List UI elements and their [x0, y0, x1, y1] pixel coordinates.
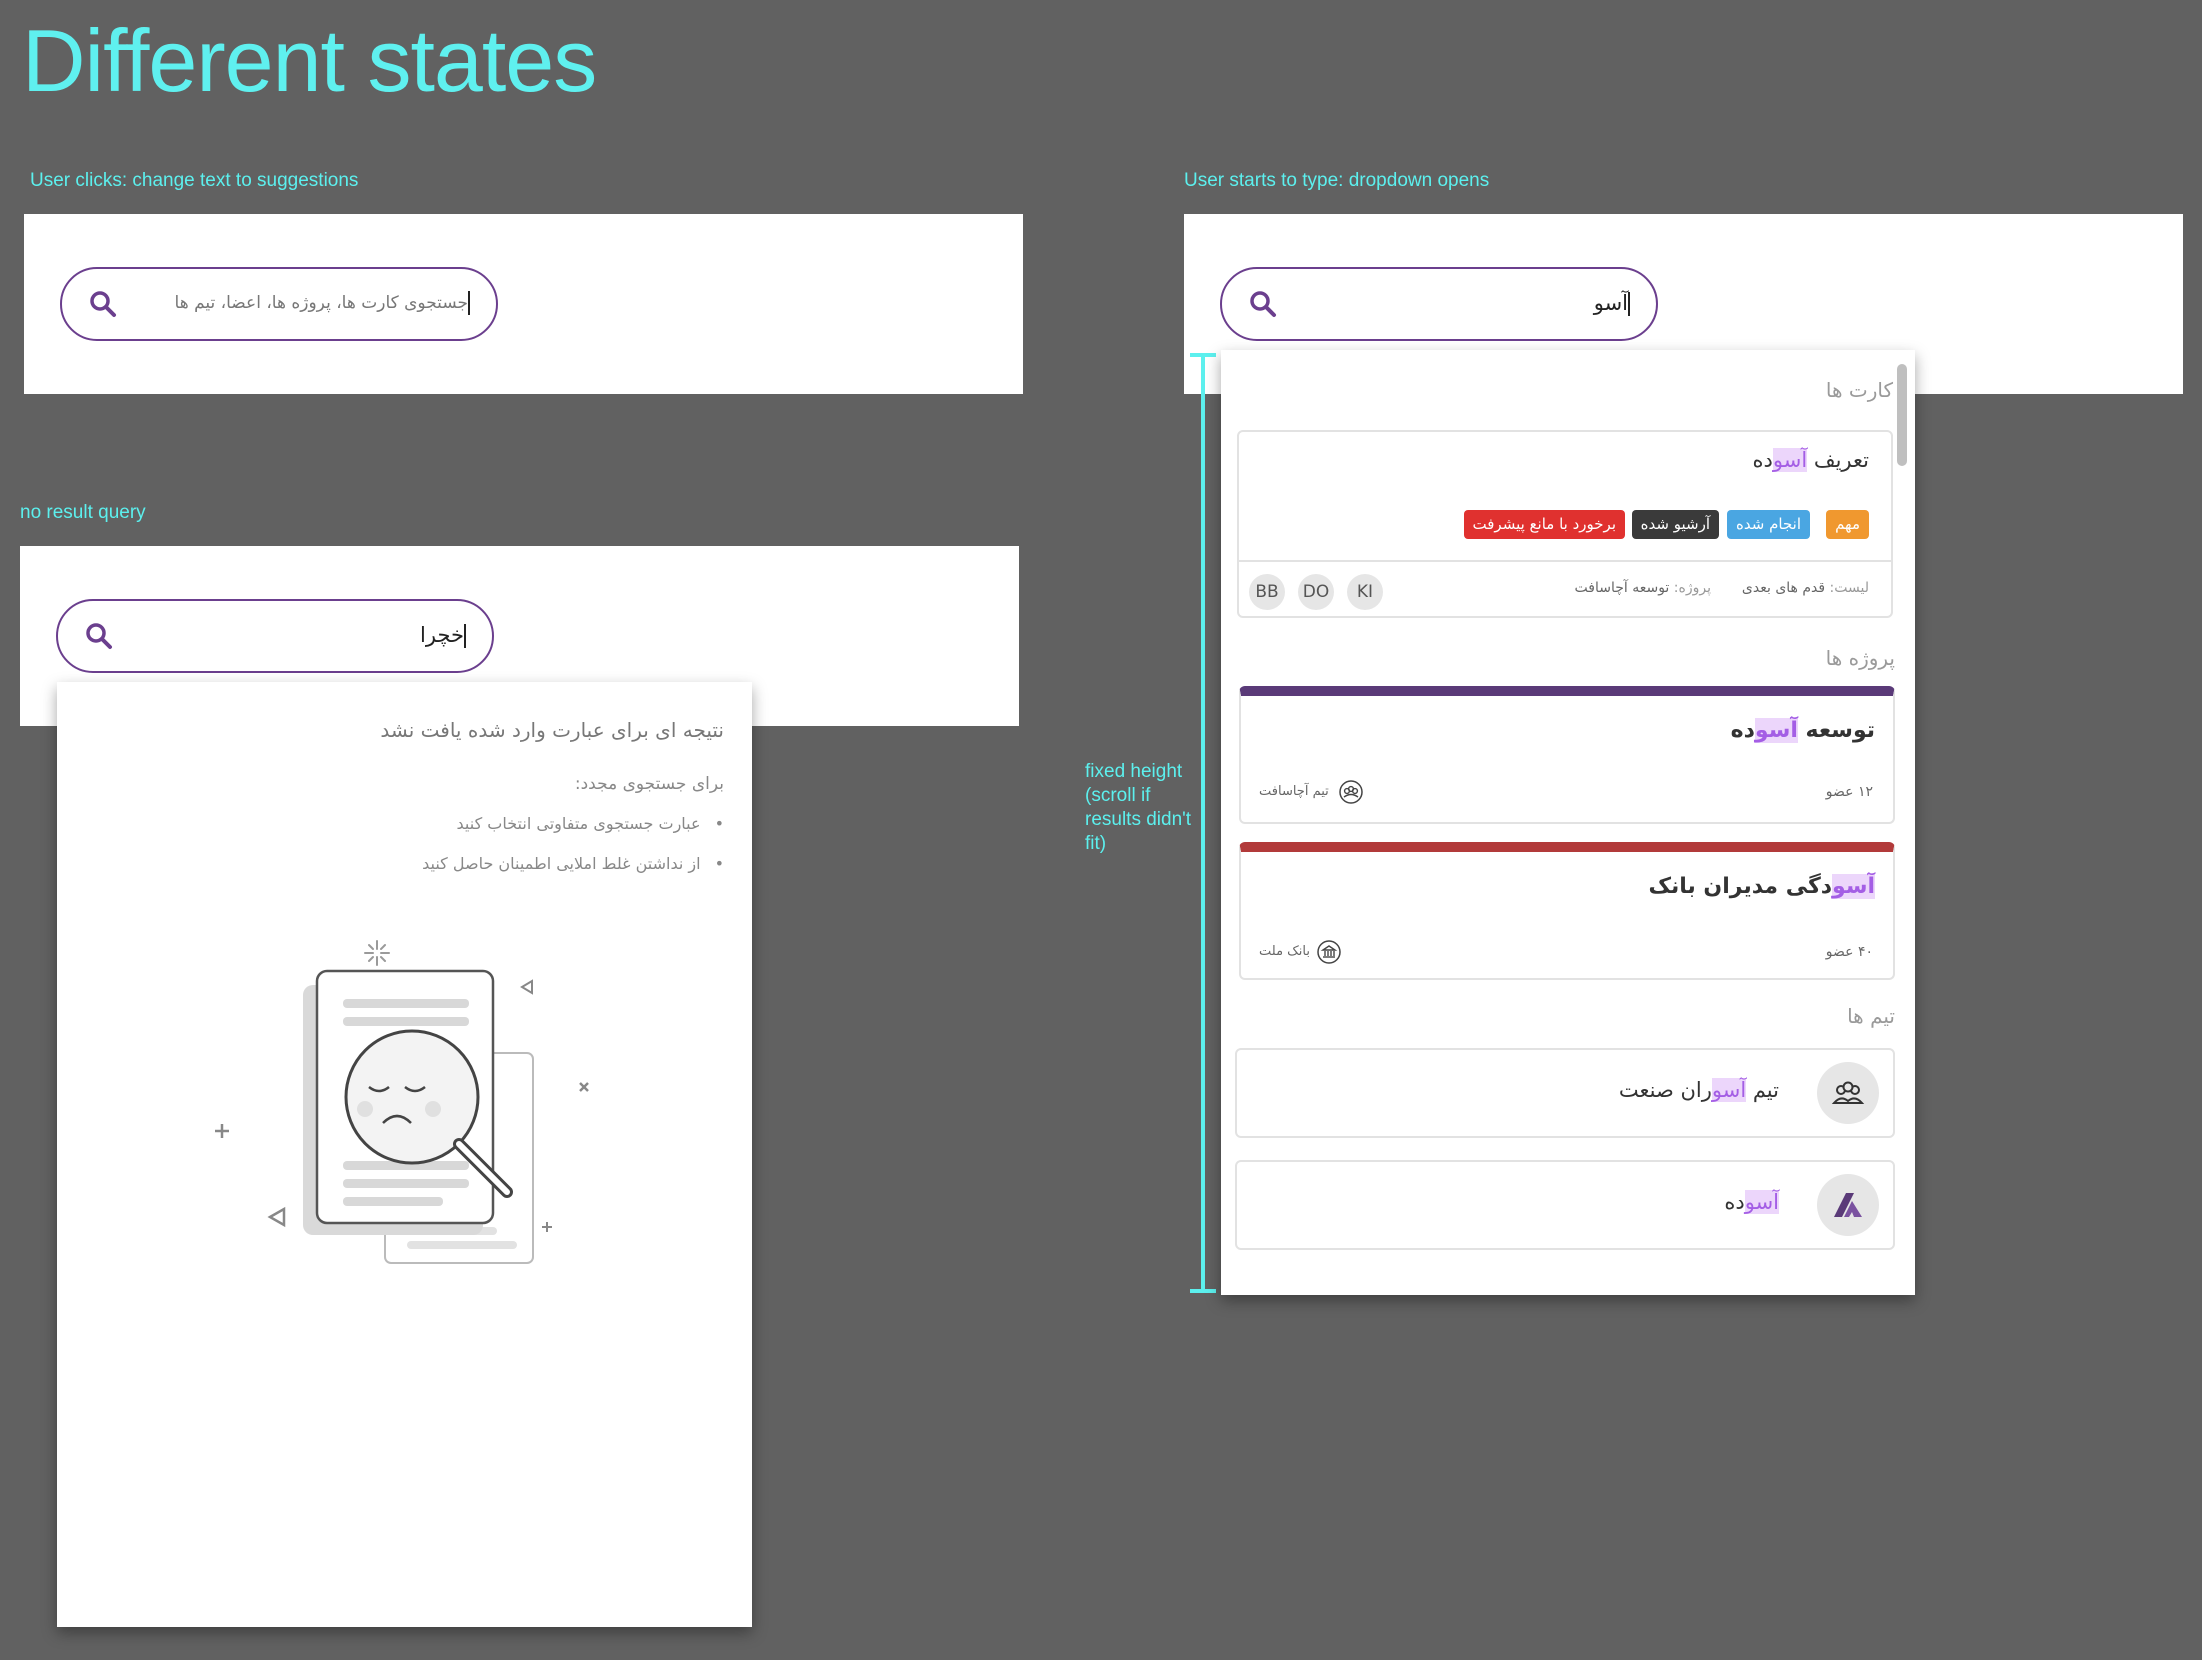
text-caret	[468, 291, 470, 315]
teams-section-title: تیم ها	[1847, 1004, 1895, 1028]
project-members: ۴۰ عضو	[1825, 944, 1873, 960]
avatar[interactable]: BB	[1249, 574, 1285, 610]
project-title: آسودگی مدیران بانک	[1648, 874, 1875, 899]
project-result[interactable]: آسودگی مدیران بانک ۴۰ عضو بانک ملت	[1239, 842, 1895, 980]
empty-search-illustration	[215, 940, 589, 1264]
click-state-caption: User clicks: change text to suggestions	[30, 170, 359, 191]
height-indicator-cap-bottom	[1190, 1289, 1216, 1293]
search-bar[interactable]: خچرا	[56, 599, 494, 673]
search-icon[interactable]	[84, 621, 114, 651]
project-team: تیم آچاسافت	[1259, 784, 1329, 799]
avatar[interactable]: DO	[1298, 574, 1334, 610]
project-title: توسعه آسوده	[1730, 718, 1875, 743]
project-result[interactable]: توسعه آسوده ۱۲ عضو تیم آچاسافت	[1239, 686, 1895, 824]
team-avatar	[1817, 1174, 1879, 1236]
no-result-tip: از نداشتن غلط املایی اطمینان حاصل کنید	[422, 854, 724, 873]
project-members: ۱۲ عضو	[1825, 784, 1873, 800]
search-placeholder: جستجوی کارت ها، پروژه ها، اعضا، تیم ها	[174, 291, 470, 315]
bank-icon	[1317, 940, 1341, 964]
project-team: بانک ملت	[1259, 944, 1310, 959]
card-result[interactable]: تعریف آسوده مهم انجام شده آرشیو شده برخو…	[1237, 430, 1893, 618]
search-query[interactable]: آسو	[1594, 269, 1630, 338]
tag-blocked: برخورد با مانع پیشرفت	[1463, 510, 1625, 539]
page-title: Different states	[22, 11, 597, 110]
projects-section-title: پروژه ها	[1825, 646, 1895, 670]
team-result[interactable]: تیم آسوران صنعت	[1235, 1048, 1895, 1138]
card-list-info: لیست: قدم های بعدی	[1741, 580, 1869, 596]
card-project-info: پروژه: توسعه آچاسافت	[1574, 580, 1711, 596]
text-caret	[1628, 292, 1630, 316]
no-result-subheading: برای جستجوی مجدد:	[574, 774, 724, 794]
team-name: تیم آسوران صنعت	[1618, 1078, 1779, 1102]
cards-section-title: کارت ها	[1825, 378, 1893, 402]
height-indicator-line	[1201, 353, 1205, 1291]
search-query[interactable]: خچرا	[420, 601, 466, 670]
search-bar[interactable]: آسو	[1220, 267, 1658, 341]
search-icon[interactable]	[1248, 289, 1278, 319]
click-state-panel: جستجوی کارت ها، پروژه ها، اعضا، تیم ها	[24, 214, 1023, 394]
height-indicator-cap-top	[1190, 353, 1216, 357]
team-name: آسوده	[1724, 1190, 1779, 1214]
tag-done: انجام شده	[1727, 510, 1810, 539]
team-icon	[1339, 780, 1363, 804]
search-bar[interactable]: جستجوی کارت ها، پروژه ها، اعضا، تیم ها	[60, 267, 498, 341]
no-result-tip: عبارت جستجوی متفاوتی انتخاب کنید	[457, 814, 724, 833]
search-results-dropdown: کارت ها تعریف آسوده مهم انجام شده آرشیو …	[1221, 350, 1915, 1295]
typing-state-caption: User starts to type: dropdown opens	[1184, 170, 1490, 191]
tag-important: مهم	[1826, 510, 1869, 539]
fixed-height-annotation: fixed height (scroll if results didn't f…	[1085, 761, 1192, 854]
avatar[interactable]: KI	[1347, 574, 1383, 610]
search-icon[interactable]	[88, 289, 118, 319]
text-caret	[464, 624, 466, 648]
logo-icon	[1834, 1193, 1862, 1217]
no-result-heading: نتیجه ای برای عبارت وارد شده یافت نشد	[380, 718, 724, 742]
no-result-caption: no result query	[20, 502, 146, 523]
team-icon	[1831, 1081, 1865, 1104]
scrollbar-thumb[interactable]	[1897, 364, 1907, 466]
card-divider	[1239, 560, 1891, 562]
card-title: تعریف آسوده	[1752, 448, 1869, 472]
tag-archived: آرشیو شده	[1631, 510, 1719, 539]
team-avatar	[1817, 1062, 1879, 1124]
team-result[interactable]: آسوده	[1235, 1160, 1895, 1250]
no-result-dropdown: نتیجه ای برای عبارت وارد شده یافت نشد بر…	[57, 682, 752, 1627]
